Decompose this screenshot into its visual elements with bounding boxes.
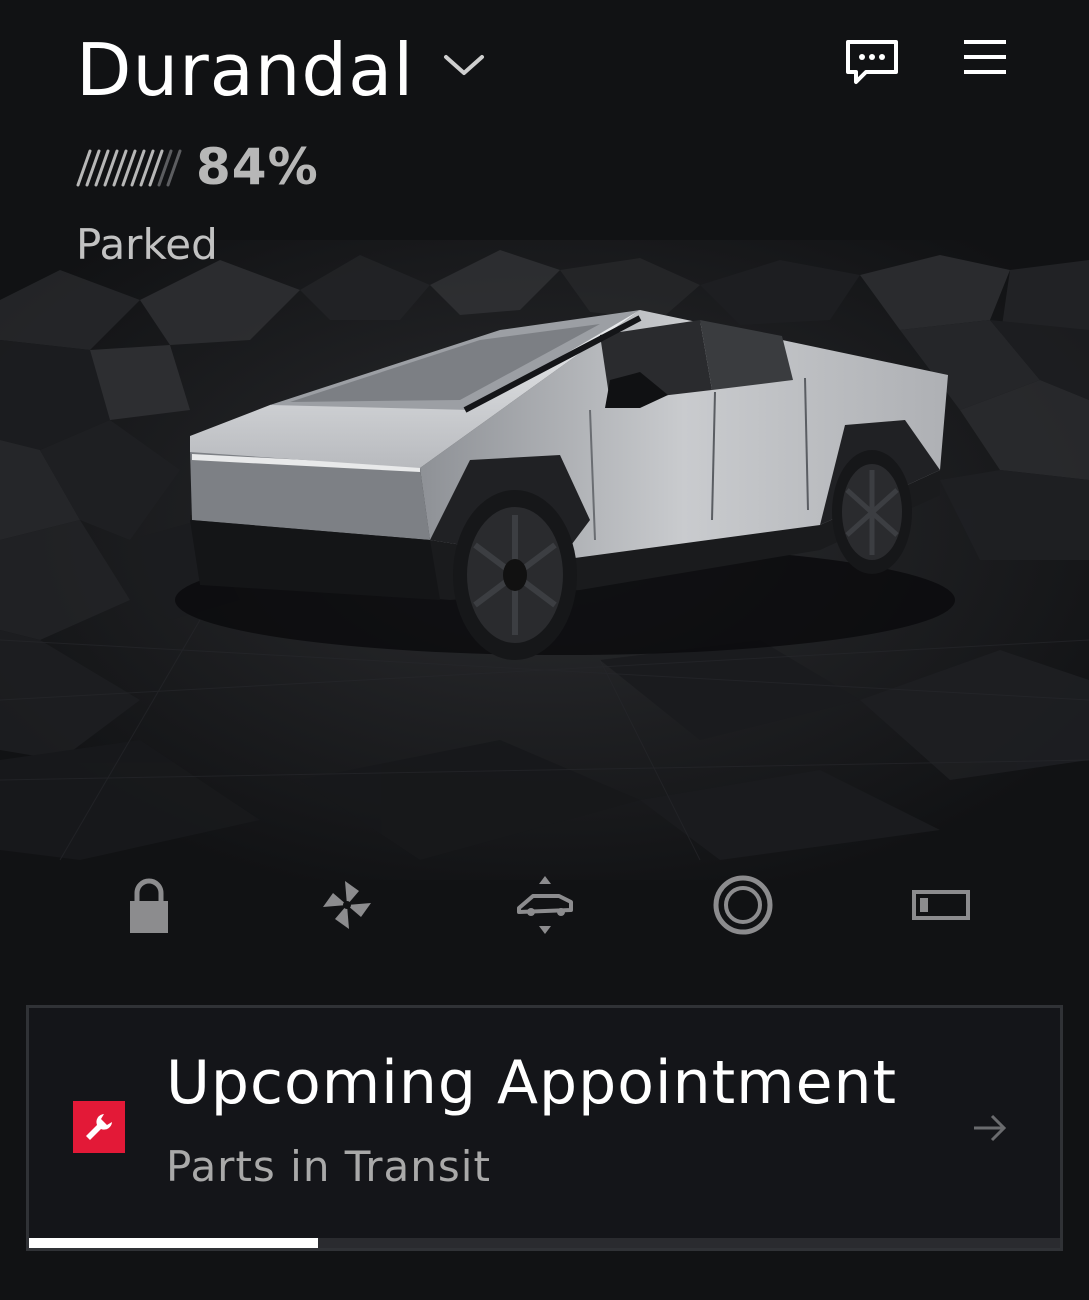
- charge-port-icon: [912, 890, 970, 920]
- arrow-right-icon: [974, 1114, 1007, 1142]
- battery-level-icon: [76, 149, 182, 187]
- suspension-button[interactable]: [500, 860, 590, 950]
- vehicle-name: Durandal: [76, 28, 415, 112]
- appointment-title: Upcoming Appointment: [166, 1048, 898, 1118]
- messages-icon[interactable]: [844, 38, 900, 86]
- vehicle-status: Parked: [76, 220, 218, 269]
- battery-indicator: 84%: [76, 138, 319, 196]
- appointment-progress-bar: [29, 1238, 1060, 1248]
- upcoming-appointment-card[interactable]: Upcoming Appointment Parts in Transit: [26, 1005, 1063, 1251]
- fan-icon: [323, 881, 371, 929]
- vehicle-selector[interactable]: Durandal: [76, 28, 486, 112]
- suspension-icon: [517, 876, 573, 934]
- appointment-subtitle: Parts in Transit: [166, 1142, 491, 1191]
- battery-percent: 84%: [196, 138, 319, 196]
- vehicle-header: Durandal 84% Parked: [0, 0, 1089, 280]
- lock-icon: [130, 878, 168, 933]
- wrench-icon: [86, 1114, 112, 1140]
- climate-button[interactable]: [302, 860, 392, 950]
- chevron-down-icon[interactable]: [442, 51, 486, 79]
- charge-port-button[interactable]: [896, 860, 986, 950]
- menu-icon[interactable]: [962, 38, 1008, 78]
- quick-controls: [0, 860, 1089, 950]
- tire-button[interactable]: [698, 860, 788, 950]
- lock-button[interactable]: [104, 860, 194, 950]
- service-badge: [73, 1101, 125, 1153]
- appointment-progress-fill: [29, 1238, 318, 1248]
- tire-icon: [713, 875, 773, 935]
